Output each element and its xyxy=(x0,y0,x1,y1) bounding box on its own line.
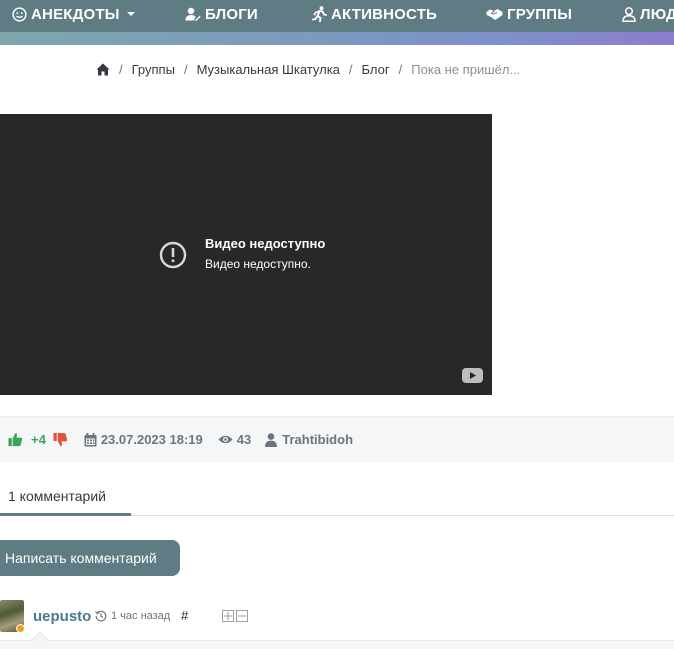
post-date: 23.07.2023 18:19 xyxy=(100,432,203,447)
nav-item-label: АКТИВНОСТЬ xyxy=(331,5,438,23)
smile-icon xyxy=(12,6,27,22)
post-meta-bar: +4 23.07.2023 18:19 43 Trahtibidoh xyxy=(0,416,674,462)
nav-item-label: БЛОГИ xyxy=(205,5,258,23)
tab-comments[interactable]: 1 комментарий xyxy=(0,486,131,516)
user-edit-icon xyxy=(185,7,201,21)
nav-item-label: АНЕКДОТЫ xyxy=(31,5,120,23)
collapse-thread-icon[interactable] xyxy=(236,610,248,622)
nav-item-blogi[interactable]: БЛОГИ xyxy=(185,0,258,28)
comment-item: uepusto 1 час назад # xyxy=(0,600,674,649)
nav-item-anekdoty[interactable]: АНЕКДОТЫ xyxy=(12,0,140,28)
youtube-icon[interactable] xyxy=(462,368,483,383)
nav-item-aktivnost[interactable]: АКТИВНОСТЬ xyxy=(312,0,437,28)
user-icon xyxy=(265,432,278,447)
breadcrumb-separator: / xyxy=(119,61,123,77)
breadcrumb-current: Пока не пришёл... xyxy=(411,61,521,77)
thumbs-down-icon[interactable] xyxy=(53,432,68,447)
write-comment-button[interactable]: Написать комментарий xyxy=(0,540,180,576)
breadcrumb-item-blog[interactable]: Блог xyxy=(362,62,390,77)
online-status-dot xyxy=(16,624,25,633)
breadcrumb-separator: / xyxy=(398,61,403,77)
alert-circle-icon xyxy=(159,241,187,269)
header-gradient-bar xyxy=(0,32,674,45)
breadcrumb-separator: / xyxy=(348,61,353,77)
post-author-link[interactable]: Trahtibidoh xyxy=(282,432,353,447)
comment-time[interactable]: 1 час назад xyxy=(95,610,170,622)
home-icon[interactable] xyxy=(96,63,110,76)
nav-item-label: ГРУППЫ xyxy=(507,5,573,23)
thumbs-up-icon[interactable] xyxy=(8,432,23,447)
chevron-down-icon xyxy=(126,12,135,16)
breadcrumb: / Группы / Музыкальная Шкатулка / Блог /… xyxy=(96,60,520,78)
expand-thread-icon[interactable] xyxy=(222,610,234,622)
video-unavailable-message: Видео недоступно Видео недоступно. xyxy=(205,236,325,271)
views-count: 43 xyxy=(236,432,252,447)
comments-tabs: 1 комментарий xyxy=(0,486,674,516)
video-unavailable-title: Видео недоступно xyxy=(205,236,326,251)
nav-item-lyudi[interactable]: ЛЮД xyxy=(622,0,674,28)
history-icon xyxy=(95,610,107,622)
comment-body xyxy=(0,640,674,649)
user-icon xyxy=(622,6,636,22)
eye-icon xyxy=(218,435,233,444)
video-unavailable-subtitle: Видео недоступно. xyxy=(205,257,311,271)
breadcrumb-separator: / xyxy=(183,61,188,77)
top-navigation: АНЕКДОТЫ БЛОГИ АКТИВНОСТЬ ГРУППЫ ЛЮД xyxy=(0,0,674,32)
comment-time-text: 1 час назад xyxy=(111,610,171,622)
calendar-icon xyxy=(84,432,97,446)
comment-author-link[interactable]: uepusto xyxy=(33,608,91,625)
nav-item-label: ЛЮД xyxy=(640,5,674,23)
handshake-icon xyxy=(486,8,503,20)
running-icon xyxy=(312,6,327,22)
breadcrumb-item-group[interactable]: Музыкальная Шкатулка xyxy=(197,62,340,77)
rating-value: +4 xyxy=(31,432,46,447)
comment-permalink[interactable]: # xyxy=(181,608,188,623)
breadcrumb-item-gruppy[interactable]: Группы xyxy=(132,62,175,77)
nav-item-gruppy[interactable]: ГРУППЫ xyxy=(486,0,572,28)
thread-toggle-group xyxy=(222,610,248,622)
